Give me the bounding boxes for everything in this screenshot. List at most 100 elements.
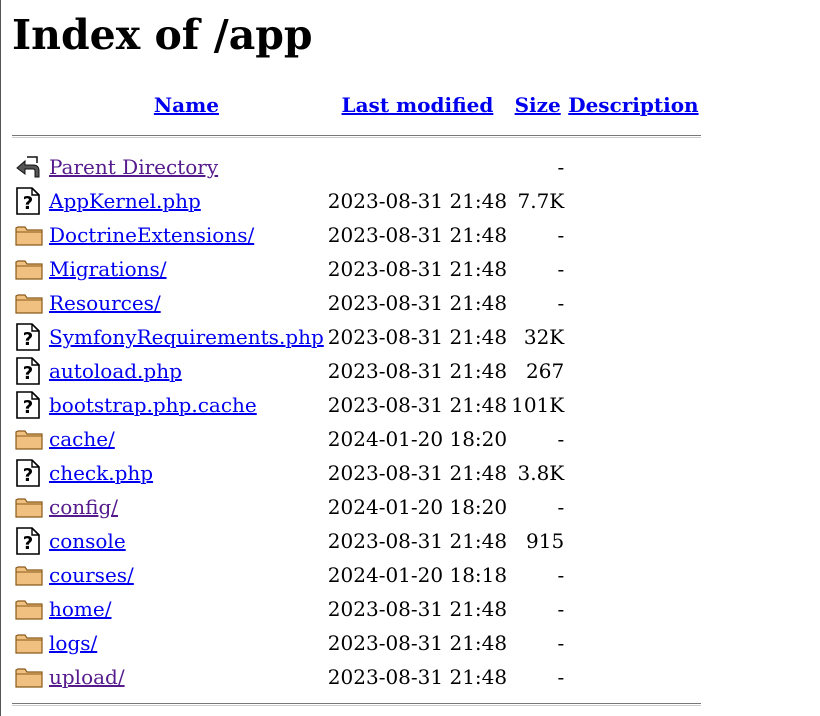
- last-modified-cell: 2023-08-31 21:48: [327, 189, 508, 213]
- horizontal-rule: [12, 134, 701, 138]
- last-modified-cell: 2023-08-31 21:48: [327, 597, 508, 621]
- table-row: cache/2024-01-20 18:20 -: [12, 422, 701, 456]
- sort-by-last-modified-link[interactable]: Last modified: [342, 93, 494, 117]
- description-cell: [566, 456, 700, 490]
- entry-link[interactable]: SymfonyRequirements.php: [49, 325, 324, 349]
- entry-link[interactable]: Resources/: [49, 291, 161, 315]
- description-cell: [566, 354, 700, 388]
- last-modified-cell: 2023-08-31 21:48: [327, 529, 508, 553]
- folder-icon: [15, 665, 45, 689]
- svg-text:?: ?: [23, 465, 33, 486]
- entry-link[interactable]: courses/: [49, 563, 134, 587]
- file-icon: ?: [15, 459, 45, 487]
- size-cell: -: [557, 155, 565, 179]
- table-row: config/2024-01-20 18:20 -: [12, 490, 701, 524]
- entry-link[interactable]: check.php: [49, 461, 153, 485]
- description-cell: [566, 592, 700, 626]
- table-row: Parent Directory -: [12, 150, 701, 184]
- folder-icon: [15, 223, 45, 247]
- svg-text:?: ?: [23, 363, 33, 384]
- entry-link[interactable]: bootstrap.php.cache: [49, 393, 257, 417]
- svg-text:?: ?: [23, 329, 33, 350]
- table-header-row: Name Last modified Size Description: [12, 88, 701, 122]
- description-cell: [566, 286, 700, 320]
- last-modified-cell: [326, 150, 509, 184]
- sort-by-size-link[interactable]: Size: [515, 93, 561, 117]
- last-modified-cell: 2023-08-31 21:48: [327, 325, 508, 349]
- entry-link[interactable]: autoload.php: [49, 359, 182, 383]
- file-icon: ?: [15, 527, 45, 555]
- size-cell: 32K: [523, 325, 565, 349]
- entry-link[interactable]: Parent Directory: [49, 155, 218, 179]
- size-cell: 267: [526, 359, 565, 383]
- last-modified-cell: 2024-01-20 18:18: [327, 563, 508, 587]
- size-cell: -: [557, 563, 565, 587]
- table-row: ? SymfonyRequirements.php 2023-08-31 21:48…: [12, 320, 701, 354]
- last-modified-cell: 2023-08-31 21:48: [327, 461, 508, 485]
- size-cell: -: [557, 495, 565, 519]
- folder-icon: [15, 257, 45, 281]
- table-row: courses/2024-01-20 18:18 -: [12, 558, 701, 592]
- file-icon: ?: [15, 323, 45, 351]
- description-cell: [566, 660, 700, 694]
- size-cell: 3.8K: [517, 461, 565, 485]
- entry-link[interactable]: AppKernel.php: [49, 189, 201, 213]
- back-icon: [15, 154, 45, 180]
- page-title: Index of /app: [12, 11, 313, 59]
- entry-link[interactable]: console: [49, 529, 126, 553]
- header-description: Description: [566, 88, 700, 122]
- header-size: Size: [509, 88, 566, 122]
- description-cell: [566, 388, 700, 422]
- folder-icon: [15, 631, 45, 655]
- folder-icon: [15, 427, 45, 451]
- folder-icon: [15, 563, 45, 587]
- size-cell: -: [557, 427, 565, 451]
- svg-text:?: ?: [23, 533, 33, 554]
- header-name: Name: [47, 88, 326, 122]
- horizontal-rule: [12, 702, 701, 706]
- size-cell: 101K: [511, 393, 565, 417]
- description-cell: [566, 252, 700, 286]
- file-icon: ?: [15, 357, 45, 385]
- header-last-modified: Last modified: [326, 88, 509, 122]
- entry-link[interactable]: DoctrineExtensions/: [49, 223, 254, 247]
- entry-link[interactable]: upload/: [49, 665, 125, 689]
- svg-text:?: ?: [23, 193, 33, 214]
- last-modified-cell: 2024-01-20 18:20: [327, 495, 508, 519]
- last-modified-cell: 2023-08-31 21:48: [327, 257, 508, 281]
- description-cell: [566, 422, 700, 456]
- entry-link[interactable]: cache/: [49, 427, 115, 451]
- file-icon: ?: [15, 187, 45, 215]
- last-modified-cell: 2023-08-31 21:48: [327, 359, 508, 383]
- last-modified-cell: 2023-08-31 21:48: [327, 631, 508, 655]
- last-modified-cell: 2023-08-31 21:48: [327, 665, 508, 689]
- listing-body: Parent Directory -? AppKernel.php 2023-08-3…: [12, 150, 701, 694]
- svg-text:?: ?: [23, 397, 33, 418]
- sort-by-name-link[interactable]: Name: [154, 93, 219, 117]
- table-row: ? AppKernel.php 2023-08-31 21:48 7.7K: [12, 184, 701, 218]
- description-cell: [566, 184, 700, 218]
- header-separator: [12, 122, 701, 150]
- entry-link[interactable]: home/: [49, 597, 111, 621]
- description-cell: [566, 150, 700, 184]
- table-row: logs/2023-08-31 21:48 -: [12, 626, 701, 660]
- table-row: ? autoload.php 2023-08-31 21:48 267: [12, 354, 701, 388]
- description-cell: [566, 320, 700, 354]
- last-modified-cell: 2023-08-31 21:48: [327, 291, 508, 315]
- table-row: upload/2023-08-31 21:48 -: [12, 660, 701, 694]
- size-cell: 7.7K: [517, 189, 565, 213]
- last-modified-cell: 2023-08-31 21:48: [327, 223, 508, 247]
- description-cell: [566, 218, 700, 252]
- entry-link[interactable]: Migrations/: [49, 257, 167, 281]
- table-row: home/2023-08-31 21:48 -: [12, 592, 701, 626]
- entry-link[interactable]: logs/: [49, 631, 97, 655]
- table-row: ? check.php 2023-08-31 21:48 3.8K: [12, 456, 701, 490]
- entry-link[interactable]: config/: [49, 495, 118, 519]
- sort-by-description-link[interactable]: Description: [568, 93, 698, 117]
- folder-icon: [15, 597, 45, 621]
- folder-icon: [15, 291, 45, 315]
- directory-listing-table: Name Last modified Size Description Pare…: [12, 88, 701, 714]
- last-modified-cell: 2024-01-20 18:20: [327, 427, 508, 451]
- size-cell: -: [557, 291, 565, 315]
- table-row: ? console 2023-08-31 21:48 915: [12, 524, 701, 558]
